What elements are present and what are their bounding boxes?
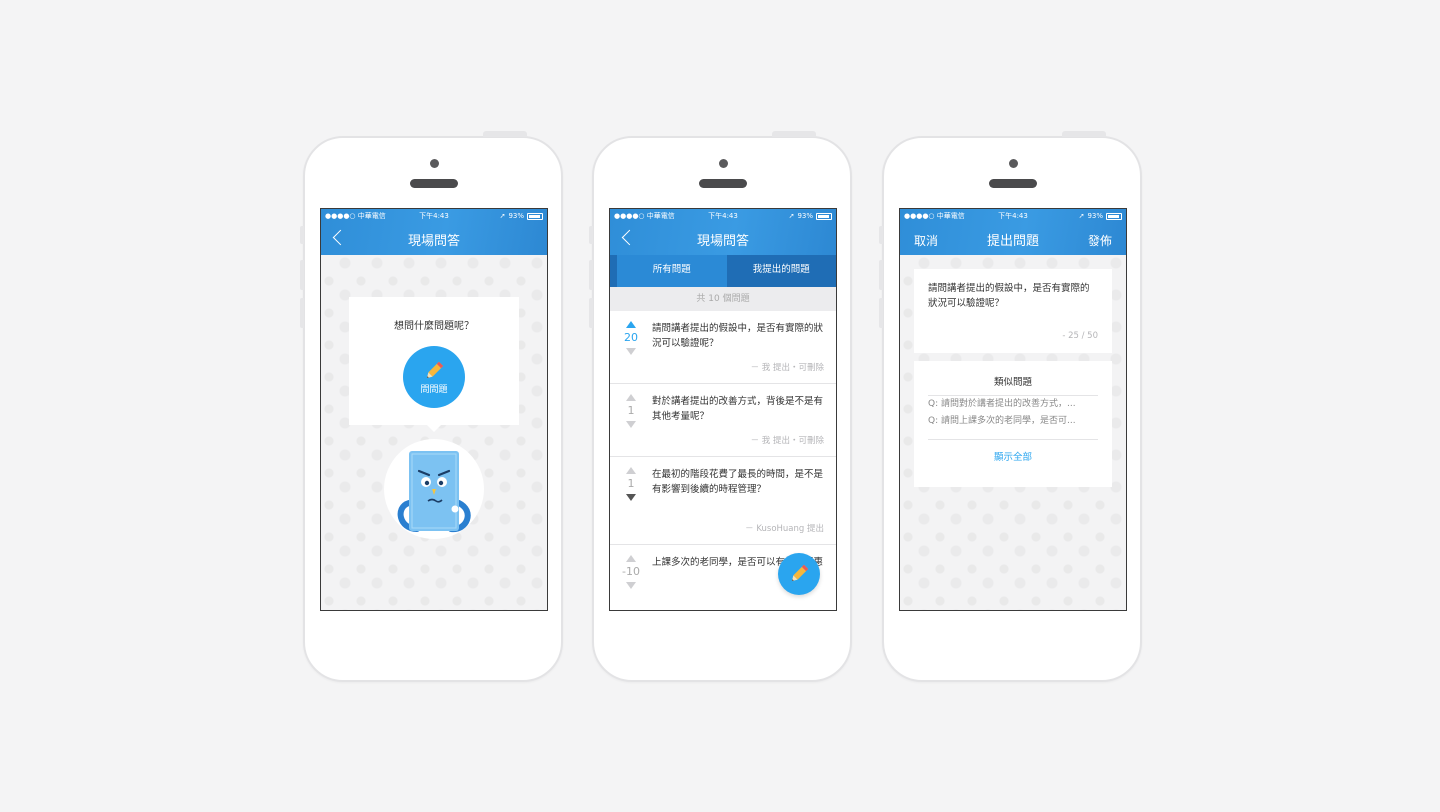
- question-meta: － 我 提出・可刪除: [750, 363, 824, 373]
- question-text: 在最初的階段花費了最長的時間，是不是有影響到後續的時程管理？: [652, 469, 824, 495]
- camera: [719, 159, 728, 168]
- phone-frame-1: ●●●●○ 中華電信 下午4:43 ➚ 93% 現場問答 想問什麼問題呢？ 問問…: [300, 131, 563, 682]
- page-title: 現場問答: [696, 234, 749, 249]
- camera: [1009, 159, 1018, 168]
- question-count: 共 10 個問題: [610, 287, 836, 311]
- battery-icon: [1106, 212, 1122, 220]
- tab-bar: 所有問題 我提出的問題: [610, 255, 836, 287]
- location-icon: ➚: [788, 212, 795, 220]
- upvote-icon[interactable]: [626, 321, 636, 328]
- ask-button-label: 問問題: [420, 384, 448, 395]
- speaker: [989, 179, 1037, 188]
- question-textarea[interactable]: 請問講者提出的假設中，是否有實際的狀況可以驗證呢？ - 25 / 50: [914, 269, 1112, 353]
- app-header: ●●●●○ 中華電信 下午4:43 ➚ 93% 取消 提出問題 發佈: [900, 209, 1126, 255]
- battery-percent: 93%: [1087, 212, 1103, 220]
- ask-prompt: 想問什麼問題呢？: [394, 321, 474, 332]
- list-item[interactable]: 20 請問講者提出的假設中，是否有實際的狀況可以驗證呢？ － 我 提出・可刪除: [610, 311, 836, 384]
- location-icon: ➚: [1078, 212, 1085, 220]
- tab-my-questions[interactable]: 我提出的問題: [727, 255, 837, 287]
- speaker: [410, 179, 458, 188]
- char-counter: - 25 / 50: [1062, 331, 1098, 341]
- question-meta: － 我 提出・可刪除: [750, 436, 824, 446]
- tab-all-questions[interactable]: 所有問題: [610, 255, 727, 287]
- phone-frame-3: ●●●●○ 中華電信 下午4:43 ➚ 93% 取消 提出問題 發佈 請問講者提…: [879, 131, 1142, 682]
- upvote-icon[interactable]: [626, 467, 636, 474]
- vote-count: 1: [627, 477, 635, 490]
- screen-ask: ●●●●○ 中華電信 下午4:43 ➚ 93% 現場問答 想問什麼問題呢？ 問問…: [320, 208, 548, 611]
- list-item[interactable]: 1 對於講者提出的改善方式，背後是不是有其他考量呢？ － 我 提出・可刪除: [610, 384, 836, 457]
- downvote-icon[interactable]: [626, 348, 636, 355]
- vote-count: 1: [627, 404, 635, 417]
- page-title: 現場問答: [407, 234, 460, 249]
- vote-count: 20: [624, 331, 638, 344]
- ask-card: 想問什麼問題呢？ 問問題: [349, 297, 519, 425]
- show-all-link[interactable]: 顯示全部: [914, 449, 1112, 463]
- app-header: ●●●●○ 中華電信 下午4:43 ➚ 93% 現場問答: [321, 209, 547, 255]
- similar-questions-card: 類似問題 Q: 請問對於講者提出的改善方式，... Q: 請問上課多次的老同學，…: [914, 361, 1112, 487]
- compose-question-button[interactable]: [778, 553, 820, 595]
- location-icon: ➚: [499, 212, 506, 220]
- downvote-icon[interactable]: [626, 421, 636, 428]
- screen-compose: ●●●●○ 中華電信 下午4:43 ➚ 93% 取消 提出問題 發佈 請問講者提…: [899, 208, 1127, 611]
- mascot-illustration: [397, 451, 471, 533]
- similar-question-item[interactable]: Q: 請問上課多次的老同學，是否可...: [928, 413, 1098, 430]
- question-meta: － KusoHuang 提出: [745, 524, 824, 534]
- vote-count: -10: [622, 565, 640, 578]
- upvote-icon[interactable]: [626, 394, 636, 401]
- upvote-icon[interactable]: [626, 555, 636, 562]
- list-item[interactable]: 1 在最初的階段花費了最長的時間，是不是有影響到後續的時程管理？ － KusoH…: [610, 457, 836, 545]
- status-bar: ●●●●○ 中華電信 下午4:43 ➚ 93%: [610, 209, 836, 223]
- downvote-icon[interactable]: [626, 494, 636, 501]
- publish-button[interactable]: 發佈: [1088, 232, 1112, 249]
- downvote-icon[interactable]: [626, 582, 636, 589]
- phone-frame-2: ●●●●○ 中華電信 下午4:43 ➚ 93% 現場問答 所有問題 我提出的問題…: [589, 131, 852, 682]
- similar-question-item[interactable]: Q: 請問對於講者提出的改善方式，...: [928, 396, 1098, 413]
- battery-icon: [527, 212, 543, 220]
- draft-text: 請問講者提出的假設中，是否有實際的狀況可以驗證呢？: [928, 283, 1090, 309]
- screen-question-list: ●●●●○ 中華電信 下午4:43 ➚ 93% 現場問答 所有問題 我提出的問題…: [609, 208, 837, 611]
- speaker: [699, 179, 747, 188]
- battery-icon: [816, 212, 832, 220]
- ask-question-button[interactable]: 問問題: [403, 346, 465, 408]
- status-bar: ●●●●○ 中華電信 下午4:43 ➚ 93%: [321, 209, 547, 223]
- pencil-icon: [791, 564, 809, 582]
- battery-percent: 93%: [508, 212, 524, 220]
- question-text: 請問講者提出的假設中，是否有實際的狀況可以驗證呢？: [652, 323, 824, 349]
- question-text: 對於講者提出的改善方式，背後是不是有其他考量呢？: [652, 396, 824, 422]
- app-header: ●●●●○ 中華電信 下午4:43 ➚ 93% 現場問答: [610, 209, 836, 255]
- pencil-icon: [426, 361, 444, 378]
- camera: [430, 159, 439, 168]
- battery-percent: 93%: [797, 212, 813, 220]
- similar-title: 類似問題: [928, 374, 1098, 396]
- status-bar: ●●●●○ 中華電信 下午4:43 ➚ 93%: [900, 209, 1126, 223]
